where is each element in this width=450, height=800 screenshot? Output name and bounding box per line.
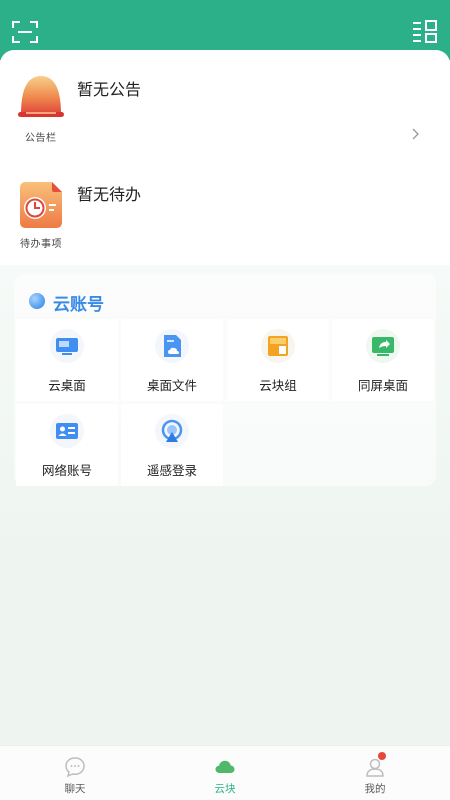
tile-label: 云块组 — [259, 378, 297, 393]
screen-share-icon — [366, 329, 400, 363]
cloud-file-icon — [155, 329, 189, 363]
nav-me[interactable]: 我的 — [300, 746, 450, 800]
nav-chat-label: 聊天 — [64, 783, 86, 795]
cloud-account-header: 云账号 — [14, 274, 436, 318]
tile-label: 桌面文件 — [146, 378, 197, 393]
cloud-account-dot-icon — [29, 293, 45, 309]
tile-label: 网络账号 — [41, 463, 92, 478]
notice-row[interactable]: 暂无公告 公告栏 — [0, 50, 450, 155]
monitor-icon — [50, 329, 84, 363]
tile-label: 遥感登录 — [146, 463, 197, 478]
remote-login-icon — [155, 414, 189, 448]
tile-network-account[interactable]: 网络账号 — [16, 404, 118, 486]
nav-cloud-block[interactable]: 云块 — [150, 746, 300, 800]
tile-label: 同屏桌面 — [357, 378, 408, 393]
chevron-right-icon — [412, 128, 419, 140]
cloud-account-title: 云账号 — [53, 295, 104, 315]
todo-row[interactable]: 暂无待办 待办事项 — [0, 155, 450, 265]
notice-title: 暂无公告 — [77, 80, 142, 99]
tile-block-group[interactable]: 云块组 — [227, 319, 329, 401]
tile-screen-share[interactable]: 同屏桌面 — [332, 319, 434, 401]
todo-title: 暂无待办 — [77, 185, 142, 204]
tile-label: 云桌面 — [48, 378, 86, 393]
scan-icon[interactable] — [12, 20, 38, 44]
block-group-icon — [261, 329, 295, 363]
notification-badge — [378, 752, 386, 760]
tile-cloud-desktop[interactable]: 云桌面 — [16, 319, 118, 401]
nav-chat[interactable]: 聊天 — [0, 746, 150, 800]
chat-icon — [65, 757, 85, 778]
nav-me-label: 我的 — [364, 783, 386, 795]
bottom-nav: 聊天 云块 我的 — [0, 745, 450, 800]
notice-caption: 公告栏 — [25, 133, 57, 144]
cloud-icon — [215, 760, 235, 773]
todo-caption: 待办事项 — [20, 239, 62, 250]
tile-remote-login[interactable]: 遥感登录 — [121, 404, 223, 486]
tile-desktop-files[interactable]: 桌面文件 — [121, 319, 223, 401]
id-card-icon — [50, 414, 84, 448]
bell-icon — [18, 76, 64, 117]
clock-document-icon — [20, 182, 62, 228]
notice-todo-card: 暂无公告 公告栏 暂无待办 待办事项 — [0, 50, 450, 265]
grid-menu-icon[interactable] — [412, 20, 438, 44]
nav-cloud-block-label: 云块 — [214, 783, 236, 795]
